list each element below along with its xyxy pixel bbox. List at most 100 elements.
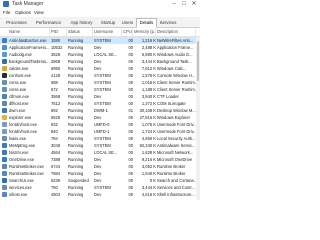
process-cpu: 00	[128, 136, 133, 141]
process-status: Running	[68, 38, 84, 43]
column-header-memory[interactable]: Memory (p...	[133, 28, 156, 36]
process-cpu: 00	[128, 59, 133, 64]
process-pid: 784	[51, 136, 58, 141]
table-row[interactable]: RuntimeBroker.exe 7984 Running Dev 00 1,840 K…	[0, 170, 200, 177]
process-memory: 30,108 K	[139, 108, 156, 113]
process-name: conhost.exe	[9, 73, 32, 78]
menu-options[interactable]: Options	[15, 9, 31, 17]
column-header-description[interactable]: Description	[156, 28, 196, 36]
process-description: COM Surrogate	[157, 101, 186, 106]
process-username: Dev	[94, 192, 102, 197]
table-row[interactable]: SearchUI.exe 6236 Suspended Dev 00 0 K Search …	[0, 177, 200, 184]
process-pid: 4128	[51, 73, 61, 78]
process-pid: 3568	[51, 94, 61, 99]
process-status: Running	[68, 122, 84, 127]
process-description: Runtime Broker	[157, 164, 186, 169]
process-status: Running	[68, 185, 84, 190]
process-pid: 6236	[51, 178, 61, 183]
process-memory: 4,660 K	[141, 136, 156, 141]
process-pid: 760	[51, 185, 58, 190]
process-description: Desktop Window M...	[157, 108, 196, 113]
minimize-button[interactable]: –	[170, 0, 178, 9]
column-header-cpu[interactable]: CPU	[122, 28, 133, 36]
process-memory: 0 K	[149, 178, 156, 183]
process-pid: 3048	[51, 143, 61, 148]
process-icon	[2, 192, 7, 197]
scrollbar-thumb[interactable]	[197, 41, 199, 81]
process-username: LOCAL SE...	[94, 52, 118, 57]
process-description: Client Server Runtim...	[157, 80, 196, 85]
process-status: Running	[68, 129, 84, 134]
process-pid: 7612	[51, 101, 61, 106]
table-row[interactable]: services.exe 760 Running SYSTEM 00 3,444 K Ser…	[0, 184, 200, 191]
process-username: Dev	[94, 178, 102, 183]
table-row[interactable]: explorer.exe 5628 Running Dev 00 27,816 K Wind…	[0, 114, 200, 121]
tab-details[interactable]: Details	[136, 18, 157, 28]
process-icon	[2, 122, 7, 127]
process-cpu: 00	[128, 115, 133, 120]
process-username: SYSTEM	[94, 73, 111, 78]
process-memory: 27,816 K	[139, 115, 156, 120]
process-username: UMFD-1	[94, 129, 110, 134]
column-header-username[interactable]: Username	[93, 28, 122, 36]
table-row[interactable]: ApplicationFrameHo... 10532 Running Dev 00 2,…	[0, 44, 200, 51]
process-memory: 2,488 K	[141, 45, 156, 50]
process-memory: 92,340 K	[139, 143, 156, 148]
process-pid: 3828	[51, 52, 61, 57]
process-username: SYSTEM	[94, 38, 111, 43]
tab-performance[interactable]: Performance	[31, 18, 66, 28]
table-row[interactable]: dllhost.exe 7612 Running SYSTEM 00 1,372 K COM…	[0, 100, 200, 107]
process-cpu: 00	[128, 66, 133, 71]
tab-users[interactable]: Users	[118, 18, 137, 28]
process-username: SYSTEM	[94, 136, 111, 141]
menu-file[interactable]: File	[3, 9, 10, 17]
table-row[interactable]: conhost.exe 4128 Running SYSTEM 00 1,576 K Con…	[0, 72, 200, 79]
process-username: SYSTEM	[94, 87, 111, 92]
table-row[interactable]: fontdrvhost.exe 840 Running UMFD-1 00 1,724 K…	[0, 128, 200, 135]
process-memory: 1,372 K	[141, 101, 156, 106]
table-row[interactable]: ctfmon.exe 3568 Running Dev 00 3,940 K CTF Loa…	[0, 93, 200, 100]
tab-startup[interactable]: Startup	[97, 18, 119, 28]
table-row[interactable]: sihost.exe 4504 Running Dev 00 4,616 K Shell I…	[0, 191, 200, 198]
tab-services[interactable]: Services	[156, 18, 180, 28]
table-row[interactable]: AntiAliasBoxSvc.exe 1580 Running SYSTEM 00 1,…	[0, 37, 200, 44]
process-name: backgroundTaskHos...	[9, 59, 50, 64]
table-row[interactable]: Audiodg.exe 3828 Running LOCAL SE... 00 6,880…	[0, 51, 200, 58]
table-row[interactable]: csrss.exe 672 Running SYSTEM 00 1,188 K Client…	[0, 86, 200, 93]
maximize-button[interactable]: □	[180, 0, 188, 9]
process-description: Background Task...	[157, 59, 192, 64]
table-row[interactable]: OneDrive.exe 7388 Running Dev 00 9,216 K Micro…	[0, 156, 200, 163]
close-button[interactable]: ✕	[190, 0, 198, 9]
column-header-status[interactable]: Status	[67, 28, 93, 36]
menu-view[interactable]: View	[34, 9, 44, 17]
process-memory: 7,812 K	[141, 66, 156, 71]
table-row[interactable]: backgroundTaskHos... 2968 Running Dev 00 3,44…	[0, 58, 200, 65]
process-cpu: 00	[128, 150, 133, 155]
process-status: Running	[68, 66, 84, 71]
process-pid: 7388	[51, 157, 61, 162]
column-header-name[interactable]: Name	[0, 28, 50, 36]
process-memory: 1,840 K	[141, 171, 156, 176]
tab-app-history[interactable]: App history	[65, 18, 98, 28]
process-status: Running	[68, 52, 84, 57]
table-row[interactable]: csrss.exe 588 Running SYSTEM 00 1,016 K Client…	[0, 79, 200, 86]
process-cpu: 00	[128, 157, 133, 162]
column-header-pid[interactable]: PID	[50, 28, 67, 36]
table-row[interactable]: fontdrvhost.exe 832 Running UMFD-0 00 1,076 K…	[0, 121, 200, 128]
table-row[interactable]: dwm.exe 992 Running DWM-1 01 30,108 K Desktop …	[0, 107, 200, 114]
process-memory: 1,188 K	[141, 87, 156, 92]
table-row[interactable]: NisSrv.exe 4564 Running LOCAL SE... 00 1,628 …	[0, 149, 200, 156]
table-row[interactable]: MsMpEng.exe 3048 Running SYSTEM 00 92,340 K An…	[0, 142, 200, 149]
table-row[interactable]: lsass.exe 784 Running SYSTEM 00 4,660 K Local …	[0, 135, 200, 142]
table-row[interactable]: RuntimeBroker.exe 6744 Running Dev 00 3,052 K…	[0, 163, 200, 170]
process-username: Dev	[94, 115, 102, 120]
process-name: csrss.exe	[9, 80, 27, 85]
process-description: Services and Contr...	[157, 185, 195, 190]
process-status: Running	[68, 87, 84, 92]
tab-processes[interactable]: Processes	[1, 18, 32, 28]
table-row[interactable]: calcite.exe 6956 Running Dev 00 7,812 K Window…	[0, 65, 200, 72]
process-description: Windows Audio D...	[157, 52, 193, 57]
process-memory: 3,052 K	[141, 164, 156, 169]
vertical-scrollbar[interactable]	[196, 37, 200, 200]
process-username: Dev	[94, 171, 102, 176]
